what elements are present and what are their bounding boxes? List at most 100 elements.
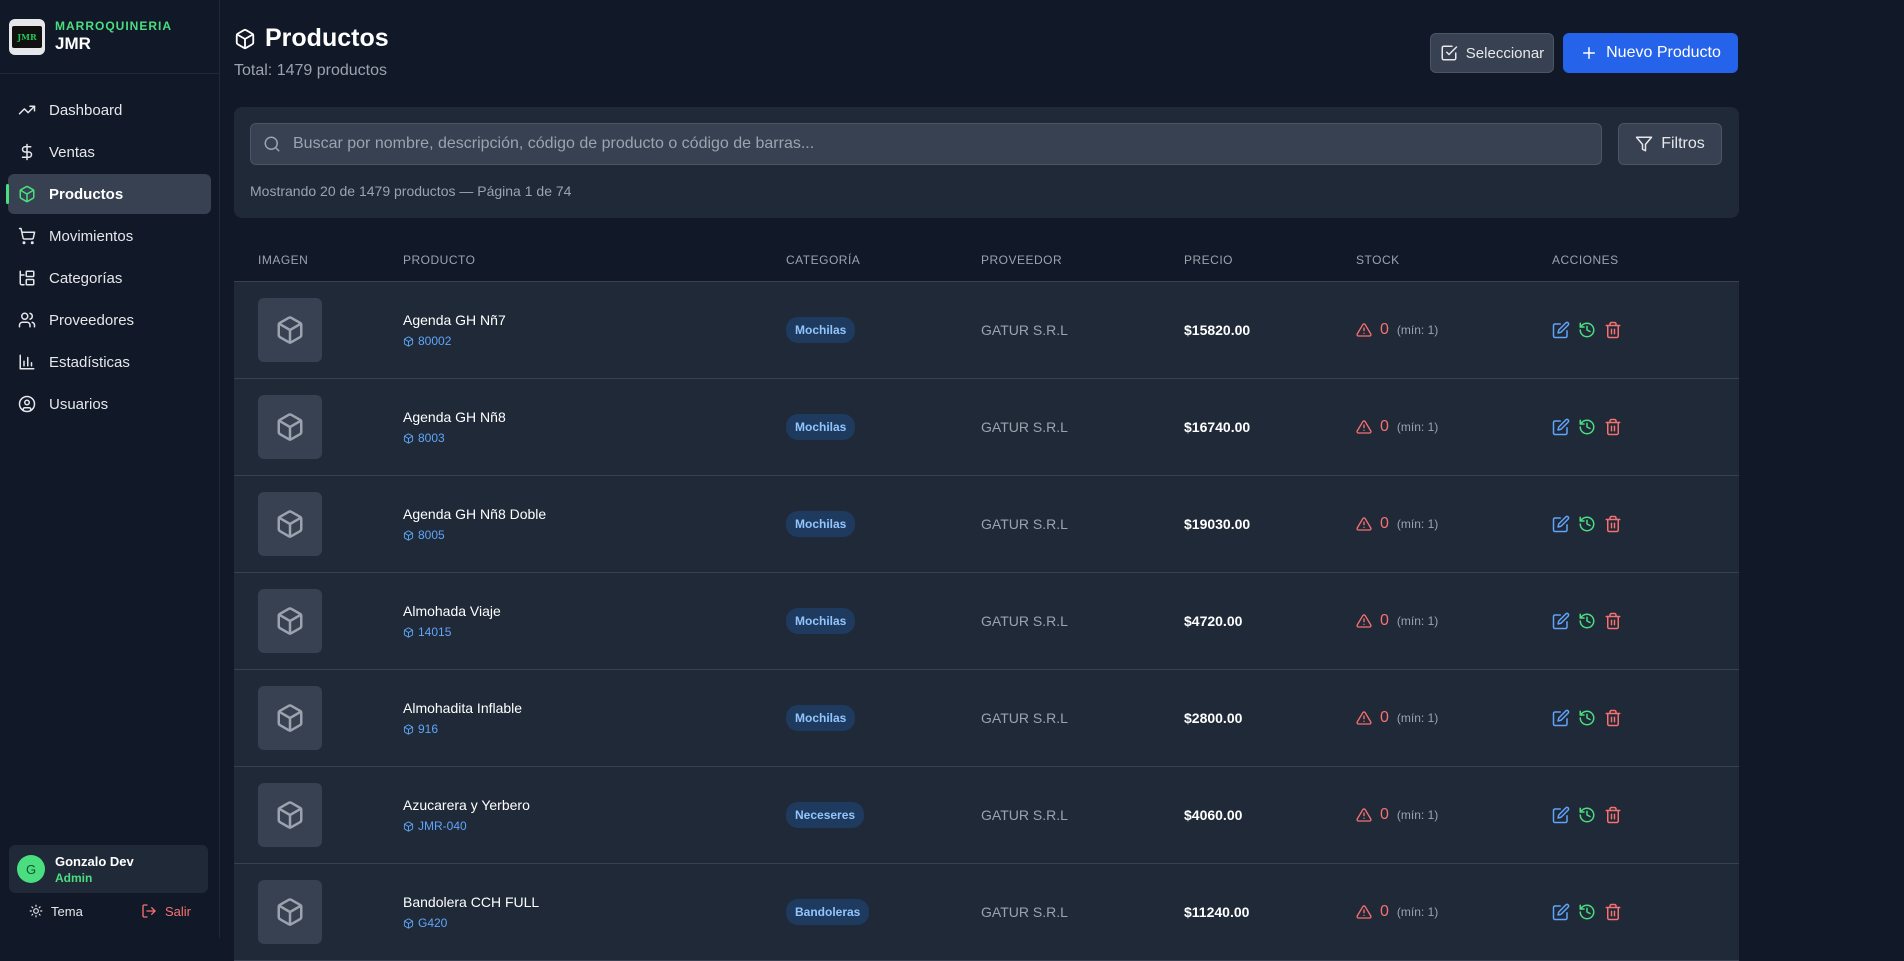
stock-cell: 0 (mín: 1) (1356, 806, 1552, 824)
product-name: Agenda GH Nñ8 (403, 409, 506, 425)
history-icon[interactable] (1578, 321, 1596, 339)
pagination-summary: Mostrando 20 de 1479 productos — Página … (250, 183, 572, 199)
theme-toggle-button[interactable]: Tema (29, 903, 83, 919)
select-button[interactable]: Seleccionar (1430, 33, 1554, 73)
product-code-text: JMR-040 (418, 819, 467, 833)
sidebar-item-dashboard[interactable]: Dashboard (8, 90, 211, 130)
sidebar-item-usuarios[interactable]: Usuarios (8, 384, 211, 424)
edit-icon[interactable] (1552, 612, 1570, 630)
edit-icon[interactable] (1552, 709, 1570, 727)
table-row: Agenda GH Nñ8 8003 Mochilas GATUR S.R.L … (234, 379, 1739, 476)
image-cell (234, 880, 403, 944)
filter-icon (1635, 135, 1653, 153)
page-title: Productos (234, 24, 389, 53)
product-name: Agenda GH Nñ7 (403, 312, 506, 328)
box-icon (403, 917, 414, 929)
avatar: G (17, 855, 45, 883)
edit-icon[interactable] (1552, 418, 1570, 436)
actions-cell (1552, 515, 1732, 533)
provider-cell: GATUR S.R.L (981, 613, 1068, 629)
category-badge: Neceseres (786, 802, 865, 828)
actions-cell (1552, 806, 1732, 824)
stock-min: (mín: 1) (1396, 711, 1439, 725)
search-input[interactable] (291, 134, 1595, 154)
box-icon (234, 28, 265, 50)
cart-icon (17, 226, 37, 246)
trash-icon[interactable] (1604, 709, 1622, 727)
logo[interactable]: JMR (9, 18, 45, 55)
product-name: Agenda GH Nñ8 Doble (403, 506, 547, 522)
provider-cell: GATUR S.R.L (981, 516, 1068, 532)
product-cell: Agenda GH Nñ8 8003 (403, 409, 786, 445)
history-icon[interactable] (1578, 515, 1596, 533)
sidebar-item-label: Dashboard (49, 101, 123, 119)
new-product-label: Nuevo Producto (1606, 44, 1721, 61)
user-card[interactable]: G Gonzalo Dev Admin (9, 845, 208, 893)
alert-triangle-icon (1356, 904, 1372, 920)
trash-icon[interactable] (1604, 418, 1622, 436)
stock-value: 0 (1380, 709, 1389, 726)
stock-min: (mín: 1) (1396, 808, 1439, 822)
price-cell: $16740.00 (1184, 419, 1251, 435)
box-icon (403, 626, 414, 638)
user-role: Admin (55, 870, 93, 885)
product-code: JMR-040 (403, 819, 786, 833)
sidebar-item-categorias[interactable]: Categorías (8, 258, 211, 298)
table-row: Agenda GH Nñ8 Doble 8005 Mochilas GATUR … (234, 476, 1739, 573)
trash-icon[interactable] (1604, 903, 1622, 921)
sidebar-item-proveedores[interactable]: Proveedores (8, 300, 211, 340)
brand: JMR MARROQUINERIA JMR (0, 0, 219, 74)
history-icon[interactable] (1578, 612, 1596, 630)
alert-triangle-icon (1356, 322, 1372, 338)
edit-icon[interactable] (1552, 806, 1570, 824)
search-box[interactable] (250, 123, 1602, 165)
trash-icon[interactable] (1604, 321, 1622, 339)
edit-icon[interactable] (1552, 321, 1570, 339)
product-thumbnail (258, 395, 322, 459)
stock-value: 0 (1380, 806, 1389, 823)
sidebar-item-ventas[interactable]: Ventas (8, 132, 211, 172)
price-cell: $19030.00 (1184, 516, 1251, 532)
history-icon[interactable] (1578, 709, 1596, 727)
sidebar-item-estadisticas[interactable]: Estadísticas (8, 342, 211, 382)
box-icon (275, 606, 305, 636)
stock-cell: 0 (mín: 1) (1356, 903, 1552, 921)
price-cell: $4060.00 (1184, 807, 1243, 823)
history-icon[interactable] (1578, 418, 1596, 436)
logout-label: Salir (164, 903, 191, 919)
brand-line1: MARROQUINERIA (55, 19, 172, 33)
header-provider: PROVEEDOR (981, 252, 1063, 267)
provider-cell: GATUR S.R.L (981, 419, 1068, 435)
alert-triangle-icon (1356, 807, 1372, 823)
stock-cell: 0 (mín: 1) (1356, 321, 1552, 339)
sidebar-item-movimientos[interactable]: Movimientos (8, 216, 211, 256)
trash-icon[interactable] (1604, 806, 1622, 824)
provider-cell: GATUR S.R.L (981, 807, 1068, 823)
product-code-text: 8003 (418, 431, 445, 445)
edit-icon[interactable] (1552, 903, 1570, 921)
alert-triangle-icon (1356, 613, 1372, 629)
stock-value: 0 (1380, 321, 1389, 338)
stock-min: (mín: 1) (1396, 517, 1439, 531)
stock-value: 0 (1380, 515, 1389, 532)
history-icon[interactable] (1578, 903, 1596, 921)
image-cell (234, 298, 403, 362)
stock-min: (mín: 1) (1396, 420, 1439, 434)
box-icon (275, 703, 305, 733)
product-name: Almohada Viaje (403, 603, 501, 619)
table-header: IMAGEN PRODUCTO CATEGORÍA PROVEEDOR PREC… (234, 238, 1739, 282)
bar-chart-icon (17, 352, 37, 372)
new-product-button[interactable]: Nuevo Producto (1563, 33, 1738, 73)
edit-icon[interactable] (1552, 515, 1570, 533)
trash-icon[interactable] (1604, 612, 1622, 630)
history-icon[interactable] (1578, 806, 1596, 824)
filters-button[interactable]: Filtros (1618, 123, 1722, 165)
box-icon (17, 184, 37, 204)
actions-cell (1552, 903, 1732, 921)
stock-min: (mín: 1) (1396, 905, 1439, 919)
logout-button[interactable]: Salir (141, 903, 191, 919)
trash-icon[interactable] (1604, 515, 1622, 533)
header-actions: ACCIONES (1552, 252, 1619, 267)
header-image: IMAGEN (258, 252, 309, 267)
sidebar-item-productos[interactable]: Productos (6, 174, 211, 214)
